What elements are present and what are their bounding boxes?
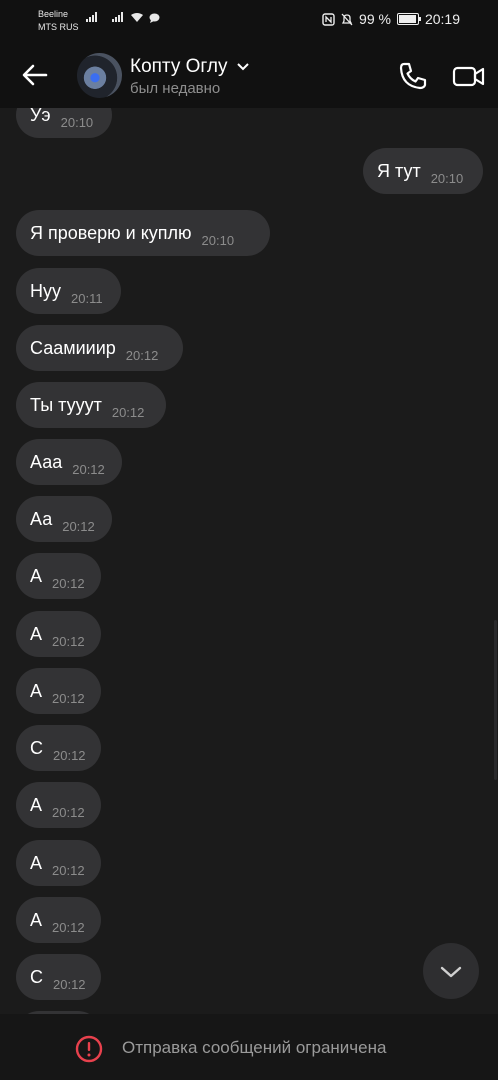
message-text: С: [30, 737, 43, 758]
message-text: А: [30, 909, 43, 930]
message-time: 20:12: [62, 518, 95, 534]
chat-notification-icon: [149, 13, 160, 23]
message-time: 20:12: [52, 690, 85, 706]
message-time: 20:11: [71, 290, 103, 306]
message-text: Ты тууут: [30, 394, 102, 415]
message-time: 20:12: [52, 804, 85, 820]
status-time: 20:19: [424, 11, 460, 27]
carrier-2: MTS RUS: [38, 22, 79, 32]
silent-icon: [341, 13, 353, 25]
carrier-1: Beeline: [38, 9, 69, 19]
composer-restricted-bar: Отправка сообщений ограничена: [0, 1014, 498, 1080]
warning-icon: [75, 1035, 103, 1063]
chevron-down-icon: [440, 966, 462, 978]
contact-name[interactable]: Копту Оглу: [130, 56, 249, 78]
message-time: 20:12: [52, 862, 85, 878]
message-text: Нуу: [30, 280, 61, 301]
message-bubble[interactable]: Саамииир 20:12: [16, 325, 183, 371]
message-text: Я проверю и куплю: [30, 222, 192, 243]
message-time: 20:12: [53, 976, 86, 992]
scrollbar[interactable]: [494, 620, 497, 780]
message-bubble[interactable]: А 20:12: [16, 840, 101, 886]
phone-icon[interactable]: [397, 60, 429, 92]
signal-icon-1: [86, 12, 97, 22]
message-bubble[interactable]: А 20:12: [16, 668, 101, 714]
message-time: 20:12: [52, 919, 85, 935]
contact-status: был недавно: [130, 80, 221, 97]
message-time: 20:10: [201, 232, 235, 248]
message-text: С: [30, 966, 43, 987]
message-text: А: [30, 565, 43, 586]
message-bubble[interactable]: С 20:12: [16, 954, 101, 1000]
message-time: 20:12: [52, 633, 85, 649]
message-bubble[interactable]: А 20:12: [16, 611, 101, 657]
message-list[interactable]: Уэ 20:10 Я тут 20:10 Я проверю и куплю 2…: [0, 108, 498, 1014]
message-text: Аа: [30, 508, 53, 529]
message-text: А: [30, 623, 43, 644]
signal-icon-2: [112, 12, 123, 22]
message-time: 20:10: [60, 114, 94, 130]
avatar[interactable]: [77, 53, 122, 98]
message-bubble[interactable]: А 20:12: [16, 897, 101, 943]
message-time: 20:12: [52, 575, 85, 591]
chevron-down-icon: [237, 63, 249, 71]
message-bubble[interactable]: Ты тууут 20:12: [16, 382, 166, 428]
message-bubble-outgoing[interactable]: Я тут 20:10: [363, 148, 483, 194]
restriction-text: Отправка сообщений ограничена: [122, 1038, 387, 1057]
back-arrow-icon[interactable]: [20, 60, 50, 90]
message-text: Я тут: [377, 160, 421, 181]
video-call-icon[interactable]: [452, 60, 486, 92]
status-bar: Beeline MTS RUS 99 % 20:19: [0, 0, 498, 40]
scroll-down-button[interactable]: [423, 943, 479, 999]
message-text: А: [30, 852, 43, 873]
message-bubble[interactable]: Уэ 20:10: [16, 108, 112, 138]
message-bubble[interactable]: С 20:12: [16, 725, 101, 771]
contact-name-text: Копту Оглу: [130, 56, 228, 77]
message-time: 20:12: [53, 747, 86, 763]
message-bubble[interactable]: А 20:12: [16, 553, 101, 599]
message-bubble[interactable]: Нуу 20:11: [16, 268, 121, 314]
message-bubble[interactable]: А 20:12: [16, 782, 101, 828]
message-time: 20:12: [72, 461, 105, 477]
message-text: Саамииир: [30, 337, 116, 358]
carrier-info: Beeline MTS RUS: [38, 8, 79, 34]
wifi-icon: [131, 13, 143, 22]
message-time: 20:12: [125, 347, 159, 363]
chat-header: Копту Оглу был недавно: [0, 40, 498, 108]
message-bubble[interactable]: Ааа 20:12: [16, 439, 122, 485]
message-text: А: [30, 794, 43, 815]
message-time: 20:10: [430, 170, 464, 186]
nfc-icon: [322, 12, 335, 26]
message-text: Уэ: [30, 108, 51, 125]
message-time: 20:12: [111, 404, 145, 420]
message-bubble[interactable]: Аа 20:12: [16, 496, 112, 542]
message-text: А: [30, 680, 43, 701]
battery-icon: [396, 13, 421, 25]
message-text: Ааа: [30, 451, 63, 472]
message-bubble[interactable]: Я проверю и куплю 20:10: [16, 210, 270, 256]
battery-percent: 99 %: [359, 11, 391, 27]
